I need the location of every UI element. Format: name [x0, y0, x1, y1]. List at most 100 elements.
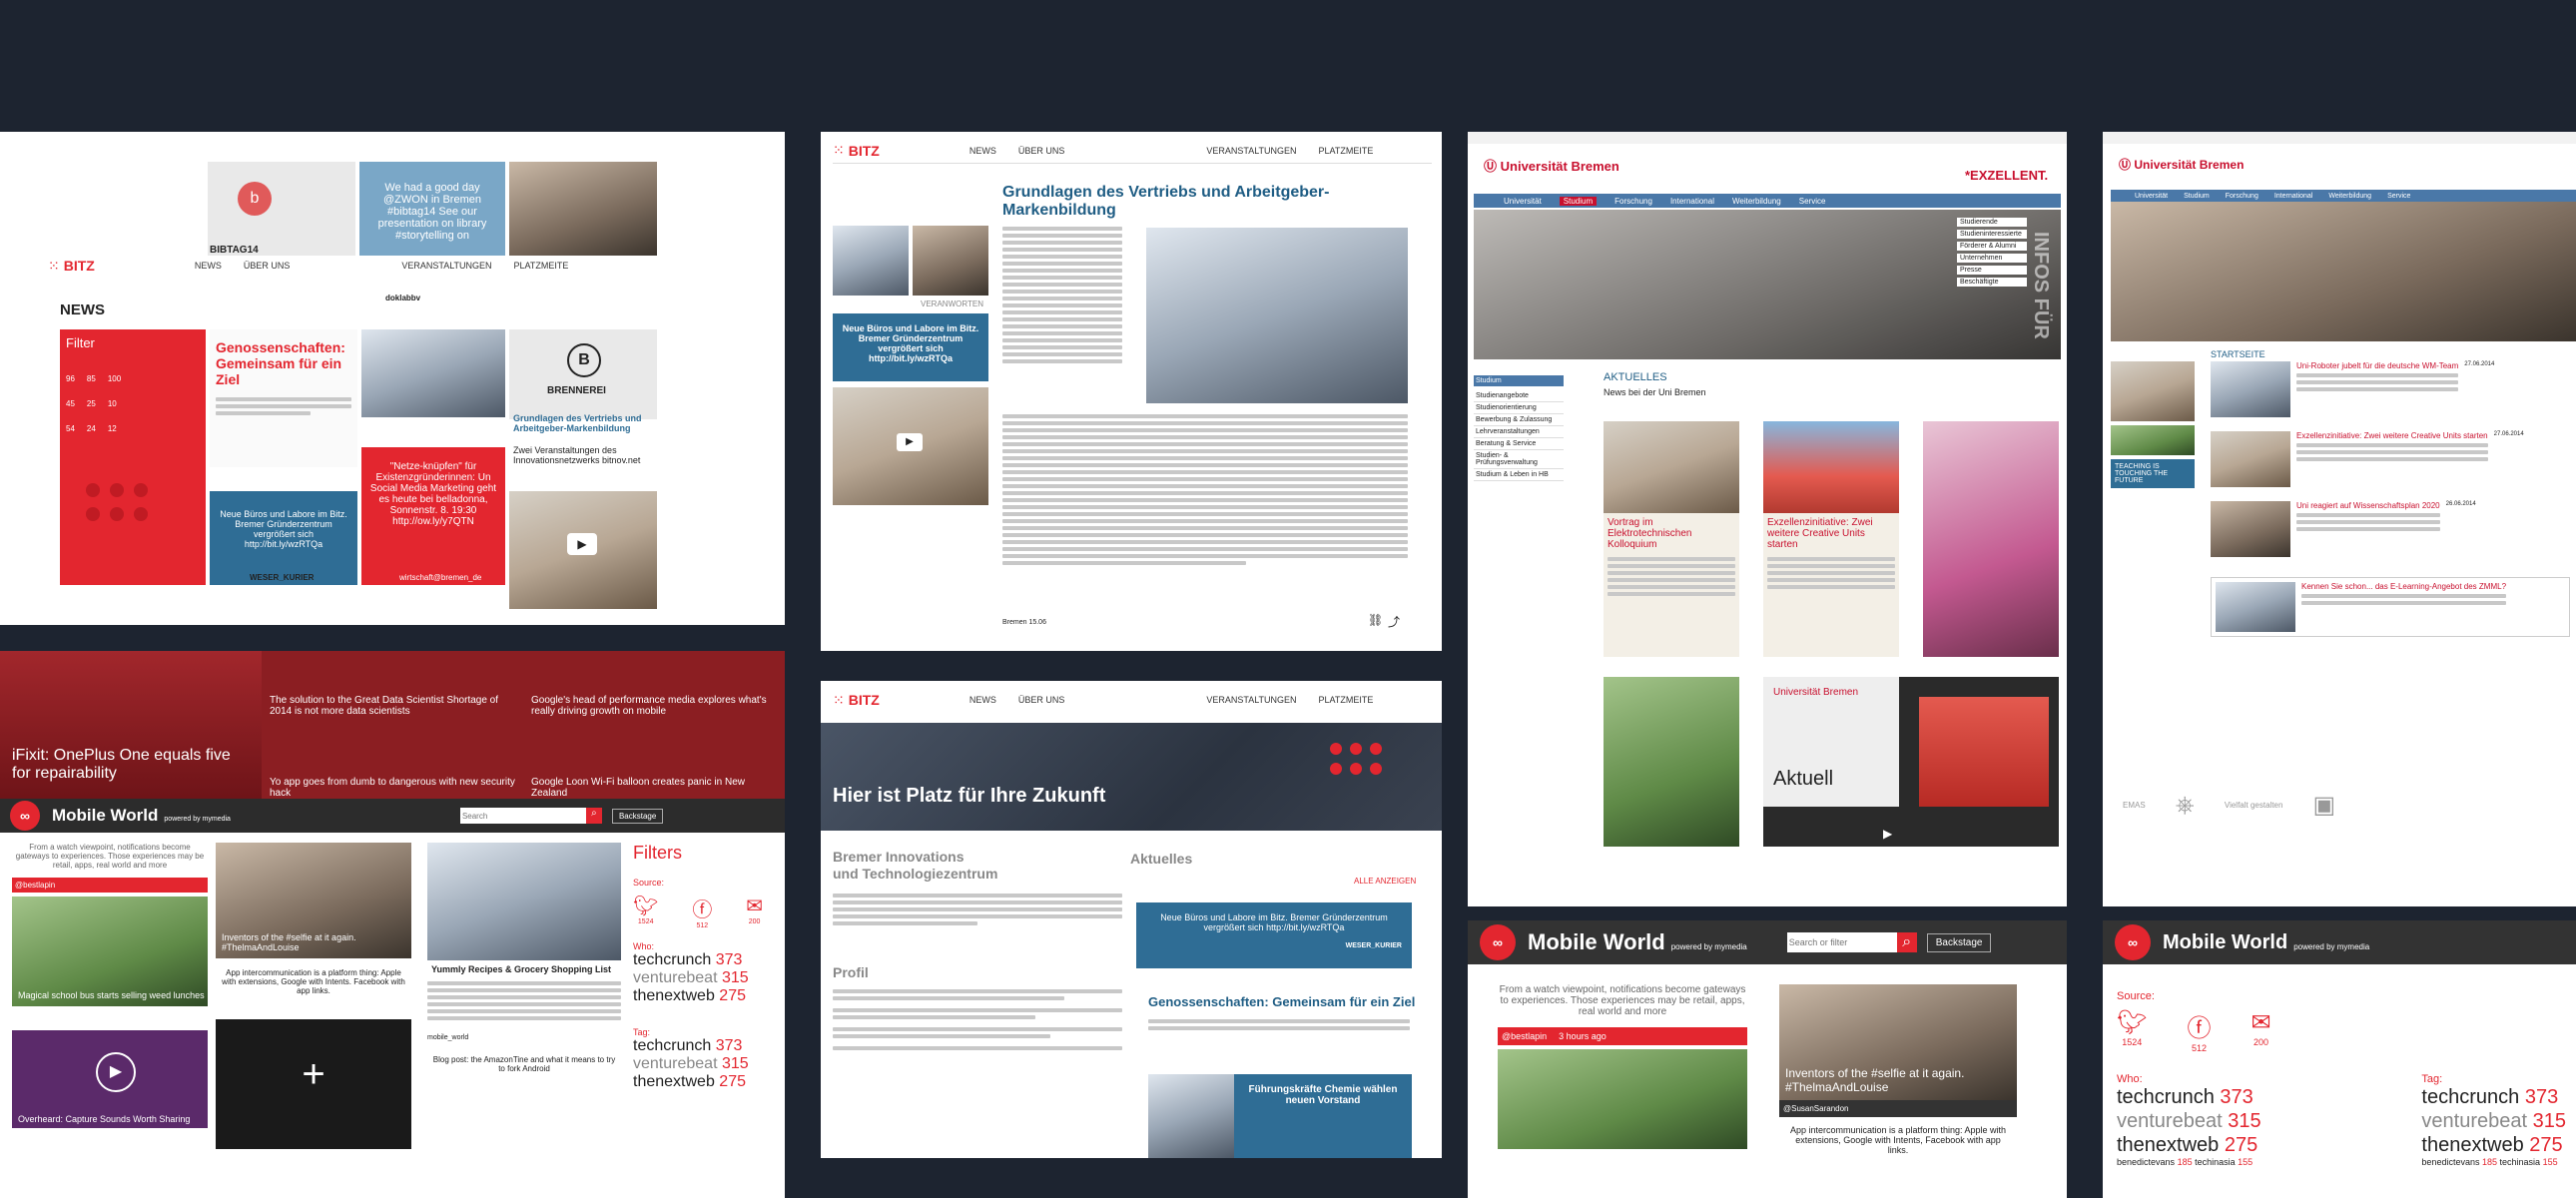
mw-right-title[interactable]: Mobile World	[2163, 931, 2287, 954]
people-photo[interactable]	[509, 162, 657, 256]
share-icon[interactable]: ⤴	[1388, 613, 1400, 630]
news-item[interactable]: Uni reagiert auf Wissenschaftsplan 2020 …	[2211, 501, 2570, 557]
filter-stat[interactable]: 24	[87, 424, 96, 433]
uni-nav-item[interactable]: Weiterbildung	[1732, 197, 1781, 206]
uni-left-menu-item[interactable]: Studienangebote	[1474, 390, 1564, 402]
strip-item-1[interactable]: The solution to the Great Data Scientist…	[270, 695, 519, 717]
search-icon[interactable]: ⌕	[585, 808, 602, 824]
who-small-item[interactable]: benedictevans 185 techinasia 155	[2117, 1157, 2261, 1167]
filter-stat[interactable]: 25	[87, 399, 96, 408]
filter-stat[interactable]: 85	[87, 374, 96, 383]
facebook-icon[interactable]: ⓕ	[2187, 1008, 2211, 1043]
add-icon[interactable]: +	[216, 1019, 411, 1149]
news-item[interactable]: Kennen Sie schon... das E-Learning-Angeb…	[2211, 577, 2570, 637]
veranstaltungen-card[interactable]: Zwei Veranstaltungen des Innovationsnetz…	[509, 441, 657, 481]
nav-platzmeite[interactable]: PLATZMEITE	[514, 261, 569, 271]
strip-main-tile[interactable]: iFixit: OnePlus One equals five for repa…	[0, 651, 262, 799]
mw-backstage[interactable]: Backstage	[611, 808, 664, 824]
filter-stat[interactable]: 96	[66, 374, 75, 383]
bibtag-tile[interactable]: b BIBTAG14	[208, 162, 355, 256]
nav-ueber-uns[interactable]: ÜBER UNS	[1018, 146, 1065, 156]
mw-handle[interactable]: @bestlapin	[12, 878, 208, 893]
filter-panel[interactable]: Filter 96 85 100 45 25 10 54 24 12	[60, 329, 206, 585]
article-side-tweet[interactable]: Neue Büros und Labore im Bitz. Bremer Gr…	[833, 313, 988, 381]
news-item[interactable]: Uni-Roboter jubelt für die deutsche WM-T…	[2211, 361, 2570, 417]
fuehrung-card[interactable]: Führungskräfte Chemie wählen neuen Vorst…	[1234, 1074, 1412, 1158]
mw-title[interactable]: Mobile World	[52, 806, 158, 826]
bitz-logo-text[interactable]: BITZ	[849, 692, 880, 708]
uni-side-item[interactable]: Beschäftigte	[1957, 278, 2027, 287]
who-item[interactable]: techcrunch 373	[633, 951, 783, 969]
uni-card-2[interactable]: Exzellenzinitiative: Zwei weitere Creati…	[1763, 421, 1899, 657]
brennerei-card[interactable]: B BRENNEREI	[509, 329, 657, 419]
mail-icon[interactable]: ✉	[746, 894, 763, 918]
uni-left-menu-item[interactable]: Studienorientierung	[1474, 402, 1564, 414]
home-genossenschaften[interactable]: Genossenschaften: Gemeinsam für ein Ziel	[1148, 994, 1415, 1009]
netze-card[interactable]: "Netze-knüpfen" für Existenzgründerinnen…	[361, 447, 505, 585]
uni-event-photo[interactable]	[1923, 421, 2059, 657]
strip-item-4[interactable]: Google Loon Wi-Fi balloon creates panic …	[531, 777, 781, 799]
nav-ueber-uns[interactable]: ÜBER UNS	[244, 261, 291, 271]
mw-mid-title[interactable]: Mobile World	[1528, 929, 1665, 955]
uni-nav-item[interactable]: International	[2274, 193, 2313, 200]
building-video-thumb[interactable]: ▶	[509, 491, 657, 609]
filter-stat[interactable]: 100	[108, 374, 121, 383]
tag-item[interactable]: techcrunch 373	[633, 1037, 783, 1055]
uni-left-menu-item[interactable]: Beratung & Service	[1474, 438, 1564, 450]
filter-stat[interactable]: 10	[108, 399, 117, 408]
uni-nav-item[interactable]: Universität	[1504, 197, 1542, 206]
nav-ueber-uns[interactable]: ÜBER UNS	[1018, 695, 1065, 705]
who-item[interactable]: thenextweb 275	[2117, 1133, 2261, 1157]
teaching-banner[interactable]: TEACHING IS TOUCHING THE FUTURE	[2111, 459, 2195, 488]
filter-stat[interactable]: 12	[108, 424, 117, 433]
uni-nav-item[interactable]: Studium	[2184, 193, 2210, 200]
nav-platzmeite[interactable]: PLATZMEITE	[1319, 695, 1374, 705]
tag-small-item[interactable]: benedictevans 185 techinasia 155	[2421, 1157, 2566, 1167]
man-photo[interactable]	[361, 329, 505, 417]
uni-tree-photo[interactable]	[1604, 677, 1739, 847]
mw-mid-search-input[interactable]	[1786, 932, 1897, 952]
uni-nav-item[interactable]: Forschung	[2226, 193, 2258, 200]
alle-anzeigen-link[interactable]: ALLE ANZEIGEN	[1354, 877, 1416, 886]
uni-nav-item[interactable]: International	[1670, 197, 1714, 206]
mw-search-input[interactable]	[459, 808, 586, 824]
uni-left-menu-item[interactable]: Studien- & Prüfungsverwaltung	[1474, 450, 1564, 469]
nav-news[interactable]: NEWS	[969, 695, 996, 705]
neue-buero-tweet[interactable]: Neue Büros und Labore im Bitz. Bremer Gr…	[210, 491, 357, 585]
uni-nav-item[interactable]: Weiterbildung	[2328, 193, 2371, 200]
play-icon[interactable]: ▶	[96, 1052, 136, 1092]
uni-side-item[interactable]: Förderer & Alumni	[1957, 242, 2027, 251]
tag-item[interactable]: thenextweb 275	[2421, 1133, 2566, 1157]
search-icon[interactable]: ⌕	[1896, 932, 1917, 952]
video-play-icon[interactable]: ▶	[1883, 827, 1892, 841]
bitz-logo-text[interactable]: BITZ	[64, 258, 95, 274]
uni-side-item[interactable]: Studierende	[1957, 218, 2027, 227]
who-item[interactable]: techcrunch 373	[2117, 1085, 2261, 1109]
nav-veranstaltungen[interactable]: VERANSTALTUNGEN	[1206, 146, 1296, 156]
news-item[interactable]: Exzellenzinitiative: Zwei weitere Creati…	[2211, 431, 2570, 487]
uni-video-card[interactable]: Universität Bremen Aktuell ▶	[1763, 677, 2059, 847]
bitz-logo-text[interactable]: BITZ	[849, 143, 880, 159]
strip-item-3[interactable]: Yo app goes from dumb to dangerous with …	[270, 777, 519, 799]
uni-right-logo[interactable]: Ⓤ Universität Bremen	[2119, 156, 2244, 173]
article-video-thumb[interactable]: ▶	[833, 387, 988, 505]
uni-left-menu-item[interactable]: Studium & Leben in HB	[1474, 469, 1564, 481]
who-item[interactable]: venturebeat 315	[2117, 1109, 2261, 1133]
uni-nav-item[interactable]: Service	[2387, 193, 2410, 200]
uni-nav-item[interactable]: Studium	[1559, 196, 1598, 206]
play-icon[interactable]: ▶	[567, 533, 597, 555]
uni-left-menu-item[interactable]: Studium	[1474, 375, 1564, 386]
nav-news[interactable]: NEWS	[969, 146, 996, 156]
twitter-icon[interactable]: 🐦︎	[2117, 1008, 2147, 1037]
uni-card-1[interactable]: Vortrag im Elektrotechnischen Kolloquium	[1604, 421, 1739, 657]
twitter-icon[interactable]: 🐦︎	[633, 894, 658, 918]
link-icon[interactable]: ⛓	[1368, 613, 1383, 627]
nav-veranstaltungen[interactable]: VERANSTALTUNGEN	[1206, 695, 1296, 705]
filter-stat[interactable]: 54	[66, 424, 75, 433]
home-tweet-card[interactable]: Neue Büros und Labore im Bitz. Bremer Gr…	[1136, 902, 1412, 968]
tag-item[interactable]: thenextweb 275	[633, 1073, 783, 1091]
uni-nav-item[interactable]: Service	[1799, 197, 1826, 206]
uni-side-item[interactable]: Unternehmen	[1957, 254, 2027, 263]
tweet-top-card[interactable]: We had a good day @ZWON in Bremen #bibta…	[359, 162, 505, 256]
strip-item-2[interactable]: Google's head of performance media explo…	[531, 695, 781, 717]
